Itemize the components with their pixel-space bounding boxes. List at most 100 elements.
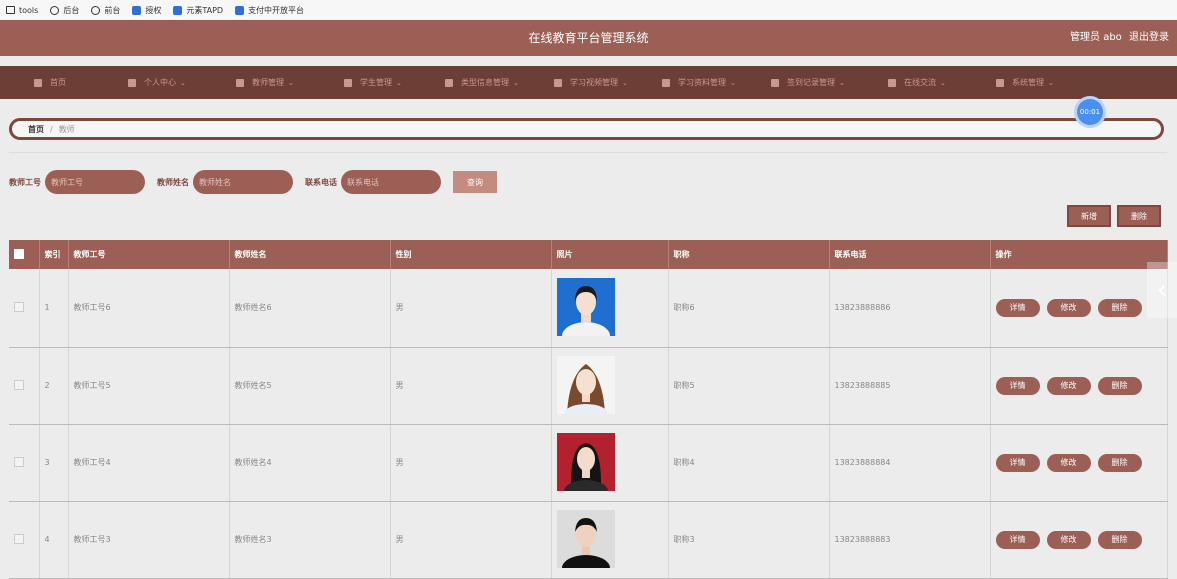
edit-button[interactable]: 修改 [1046, 376, 1091, 395]
col-teacher-name: 教师姓名 [229, 240, 391, 269]
phone-input[interactable] [341, 170, 441, 194]
nav-item-students[interactable]: 学生管理 ⌄ [344, 66, 445, 99]
cell-teacher-name: 教师姓名6 [229, 269, 391, 348]
teacher-photo [556, 277, 615, 350]
teacher-no-input[interactable] [45, 170, 145, 194]
row-checkbox[interactable] [14, 533, 24, 544]
select-all-checkbox[interactable] [14, 248, 24, 259]
cell-index: 3 [39, 424, 69, 502]
edit-button[interactable]: 修改 [1046, 453, 1091, 472]
select-all-header[interactable] [9, 240, 40, 269]
detail-button[interactable]: 详情 [995, 298, 1040, 317]
nav-item-home[interactable]: 首页 [34, 66, 128, 99]
query-button[interactable]: 查询 [453, 171, 497, 193]
col-index: 索引 [39, 240, 69, 269]
home-icon [34, 78, 42, 87]
bookmark-backend[interactable]: 后台 [50, 5, 79, 16]
table-header-row: 索引 教师工号 教师姓名 性别 照片 职称 联系电话 操作 [9, 240, 1168, 269]
app-icon [173, 5, 183, 15]
phone-label: 联系电话 [305, 177, 337, 187]
teacher-no-label: 教师工号 [9, 177, 41, 187]
cell-teacher-no: 教师工号4 [68, 424, 230, 502]
bookmark-frontend[interactable]: 前台 [91, 5, 120, 16]
delete-button[interactable]: 删除 [1097, 298, 1142, 317]
chevron-down-icon: ⌄ [288, 78, 294, 87]
nav-item-system[interactable]: 系统管理 ⌄ [996, 66, 1096, 99]
detail-button[interactable]: 详情 [995, 453, 1040, 472]
detail-button[interactable]: 详情 [995, 376, 1040, 395]
breadcrumb-separator: / [50, 124, 53, 134]
cell-title: 职称6 [668, 269, 830, 348]
user-area: 管理员 abo 退出登录 [1066, 20, 1169, 56]
cell-gender: 男 [390, 347, 552, 425]
logout-link[interactable]: 退出登录 [1129, 32, 1169, 43]
main-nav: 首页 个人中心 ⌄ 教师管理 ⌄ 学生管理 ⌄ 类型信息管理 ⌄ 学习视频管理 ⌄ 学习资… [0, 66, 1177, 99]
cell-teacher-name: 教师姓名4 [229, 424, 391, 502]
row-checkbox[interactable] [14, 456, 24, 467]
delete-button[interactable]: 删除 [1097, 376, 1142, 395]
chevron-down-icon: ⌄ [180, 78, 186, 87]
nav-item-materials[interactable]: 学习资料管理 ⌄ [662, 66, 771, 99]
grid-icon [236, 78, 244, 87]
chevron-left-icon[interactable]: ‹ [1147, 262, 1177, 318]
col-teacher-no: 教师工号 [68, 240, 230, 269]
cell-phone: 13823888884 [829, 424, 991, 502]
cell-index: 2 [39, 347, 69, 425]
batch-delete-button[interactable]: 删除 [1117, 205, 1161, 227]
cell-gender: 男 [390, 424, 552, 502]
nav-item-types[interactable]: 类型信息管理 ⌄ [445, 66, 554, 99]
detail-button[interactable]: 详情 [995, 530, 1040, 549]
user-icon [128, 78, 136, 87]
cell-phone: 13823888885 [829, 347, 991, 425]
nav-item-profile[interactable]: 个人中心 ⌄ [128, 66, 236, 99]
cell-title: 职称4 [668, 424, 830, 502]
edit-button[interactable]: 修改 [1046, 298, 1091, 317]
teacher-name-input[interactable] [193, 170, 293, 194]
cell-gender: 男 [390, 269, 552, 348]
table-row: 1 教师工号6 教师姓名6 男 职称6 13823888886 详情 修改 删除 [9, 269, 1168, 350]
bookmark-tools[interactable]: tools [6, 6, 38, 15]
row-checkbox[interactable] [14, 379, 24, 390]
teacher-photo [556, 355, 615, 424]
nav-item-teachers[interactable]: 教师管理 ⌄ [236, 66, 344, 99]
add-button[interactable]: 新增 [1067, 205, 1111, 227]
teacher-table: 索引 教师工号 教师姓名 性别 照片 职称 联系电话 操作 1 教师工号6 教师… [9, 240, 1168, 579]
row-checkbox[interactable] [14, 301, 24, 312]
globe-icon [91, 5, 101, 15]
username: 管理员 abo [1070, 32, 1122, 43]
table-row: 4 教师工号3 教师姓名3 男 职称3 13823888883 详情 修改 删除 [9, 501, 1168, 579]
filter-icon [554, 78, 562, 87]
cell-gender: 男 [390, 501, 552, 579]
breadcrumb-current: 教师 [58, 124, 75, 134]
nav-item-checkins[interactable]: 签到记录管理 ⌄ [771, 66, 888, 99]
nav-item-videos[interactable]: 学习视频管理 ⌄ [554, 66, 662, 99]
edit-button[interactable]: 修改 [1046, 530, 1091, 549]
cell-title: 职称5 [668, 347, 830, 425]
col-actions: 操作 [990, 240, 1168, 269]
bookmark-auth[interactable]: 授权 [132, 5, 161, 16]
col-gender: 性别 [390, 240, 552, 269]
cell-teacher-no: 教师工号6 [68, 269, 230, 348]
upload-icon [662, 78, 670, 87]
app-icon [235, 5, 245, 15]
teacher-photo [556, 509, 615, 579]
grid-icon [445, 78, 453, 87]
bookmark-pay[interactable]: 支付中开放平台 [235, 5, 304, 16]
cell-index: 4 [39, 501, 69, 579]
app-title: 在线教育平台管理系统 [528, 31, 649, 45]
app-header: 在线教育平台管理系统 管理员 abo 退出登录 [0, 20, 1177, 56]
nav-item-chat[interactable]: 在线交流 ⌄ [888, 66, 996, 99]
cell-teacher-name: 教师姓名3 [229, 501, 391, 579]
col-photo: 照片 [551, 240, 669, 269]
delete-button[interactable]: 删除 [1097, 453, 1142, 472]
chevron-down-icon: ⌄ [839, 78, 845, 87]
list-icon [888, 78, 896, 87]
bookmark-tapd[interactable]: 元素TAPD [173, 5, 223, 16]
timer-badge[interactable]: 00:01 [1077, 99, 1103, 125]
chevron-down-icon: ⌄ [396, 78, 402, 87]
breadcrumb-home[interactable]: 首页 [28, 124, 44, 135]
table-row: 2 教师工号5 教师姓名5 男 职称5 13823888885 详情 修改 删除 [9, 347, 1168, 425]
chevron-down-icon: ⌄ [940, 78, 946, 87]
delete-button[interactable]: 删除 [1097, 530, 1142, 549]
chevron-down-icon: ⌄ [1048, 78, 1054, 87]
